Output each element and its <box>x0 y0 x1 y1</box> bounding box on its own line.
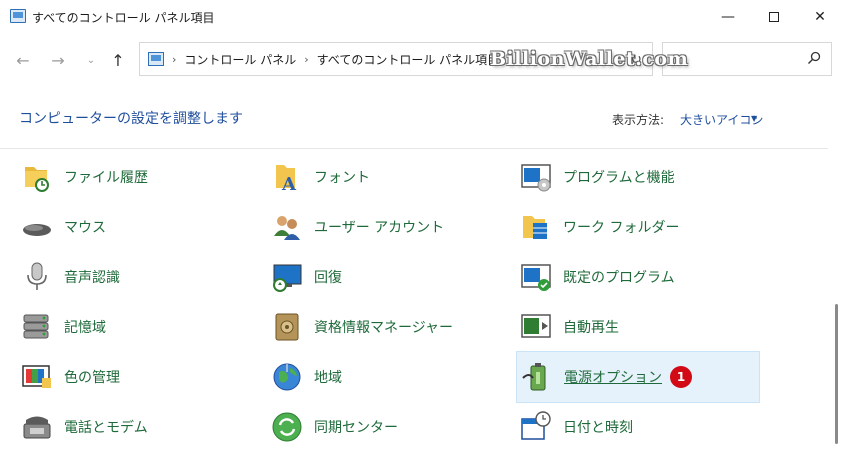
caret-down-icon[interactable]: ▼ <box>751 114 757 123</box>
arrow-up-icon: ↑ <box>111 50 125 70</box>
control-panel-icon <box>148 52 164 66</box>
chevron-down-icon: ⌄ <box>86 54 96 66</box>
vertical-scrollbar[interactable] <box>828 148 847 454</box>
item-label: 回復 <box>314 270 342 286</box>
item-label: 既定のプログラム <box>563 270 675 286</box>
mouse-icon <box>23 224 51 236</box>
item-user-accounts[interactable]: ユーザー アカウント <box>270 205 444 249</box>
item-default-programs[interactable]: 既定のプログラム <box>519 255 675 299</box>
fonts-icon: A <box>276 165 297 194</box>
page-title: コンピューターの設定を調整します <box>19 111 243 127</box>
recent-locations-button[interactable]: ⌄ <box>79 50 103 70</box>
title-bar: すべてのコントロール パネル項目 — ✕ <box>0 0 847 34</box>
power-options-icon <box>522 363 546 391</box>
item-label: 音声認識 <box>64 270 120 286</box>
microphone-icon <box>27 262 47 290</box>
item-label: フォント <box>314 170 370 186</box>
programs-features-icon <box>521 164 551 192</box>
autoplay-icon <box>521 314 551 338</box>
forward-button[interactable]: → <box>46 50 70 70</box>
file-history-icon <box>25 167 49 192</box>
item-label: 電源オプション <box>564 370 662 386</box>
step-number-badge: 1 <box>670 366 692 388</box>
item-date-time[interactable]: 日付と時刻 <box>519 405 633 449</box>
item-file-history[interactable]: ファイル履歴 <box>20 155 148 199</box>
arrow-left-icon: ← <box>16 50 30 70</box>
maximize-button[interactable] <box>751 0 797 34</box>
scrollbar-thumb[interactable] <box>835 304 838 444</box>
item-label: ワーク フォルダー <box>563 220 680 236</box>
item-credential-manager[interactable]: 資格情報マネージャー <box>270 305 453 349</box>
item-recovery[interactable]: 回復 <box>270 255 342 299</box>
control-panel-items: ファイル履歴 A フォント プログラムと機能 マウス ユーザー アカウント ワー… <box>0 148 828 454</box>
item-label: 記憶域 <box>64 320 106 336</box>
item-label: 地域 <box>314 370 342 386</box>
item-label: 電話とモデム <box>64 420 148 436</box>
item-fonts[interactable]: A フォント <box>270 155 370 199</box>
view-by-label: 表示方法: <box>612 113 665 127</box>
breadcrumb-separator: › <box>172 52 177 66</box>
minimize-icon: — <box>721 9 735 25</box>
breadcrumb-all-items[interactable]: すべてのコントロール パネル項目 <box>317 51 500 68</box>
item-storage-spaces[interactable]: 記憶域 <box>20 305 106 349</box>
item-label: 日付と時刻 <box>563 420 633 436</box>
item-label: 色の管理 <box>64 370 120 386</box>
control-panel-icon <box>10 9 26 23</box>
color-management-icon <box>22 365 51 388</box>
breadcrumb-separator: › <box>304 52 309 66</box>
watermark-text: BillionWallet.com <box>490 48 689 70</box>
region-globe-icon <box>273 363 301 391</box>
item-label: ユーザー アカウント <box>314 220 445 236</box>
close-icon: ✕ <box>814 9 826 25</box>
window-title: すべてのコントロール パネル項目 <box>32 11 215 25</box>
close-button[interactable]: ✕ <box>797 0 843 34</box>
item-programs-features[interactable]: プログラムと機能 <box>519 155 675 199</box>
phone-modem-icon <box>23 416 51 439</box>
recovery-icon <box>273 264 302 292</box>
up-button[interactable]: ↑ <box>106 50 130 70</box>
search-icon[interactable] <box>807 51 821 65</box>
svg-text:A: A <box>281 174 297 194</box>
item-work-folders[interactable]: ワーク フォルダー <box>519 205 679 249</box>
default-programs-icon <box>521 264 551 291</box>
credential-manager-icon <box>275 313 299 341</box>
item-speech-recognition[interactable]: 音声認識 <box>20 255 120 299</box>
item-label: 同期センター <box>314 420 398 436</box>
arrow-right-icon: → <box>51 50 65 70</box>
breadcrumb-control-panel[interactable]: コントロール パネル <box>184 51 296 68</box>
item-color-management[interactable]: 色の管理 <box>20 355 120 399</box>
back-button[interactable]: ← <box>11 50 35 70</box>
item-label: 自動再生 <box>563 320 619 336</box>
item-mouse[interactable]: マウス <box>20 205 106 249</box>
date-time-icon <box>521 411 551 440</box>
item-autoplay[interactable]: 自動再生 <box>519 305 619 349</box>
user-accounts-icon <box>274 216 300 240</box>
work-folders-icon <box>523 216 547 239</box>
item-label: プログラムと機能 <box>563 170 675 186</box>
storage-spaces-icon <box>23 314 49 339</box>
item-label: ファイル履歴 <box>64 170 148 186</box>
item-region[interactable]: 地域 <box>270 355 342 399</box>
item-phone-modem[interactable]: 電話とモデム <box>20 405 148 449</box>
item-sync-center[interactable]: 同期センター <box>270 405 398 449</box>
navigation-bar: ← → ⌄ ↑ › コントロール パネル › すべてのコントロール パネル項目 … <box>0 40 847 80</box>
item-power-options[interactable]: 電源オプション 1 <box>516 351 760 403</box>
sync-center-icon <box>272 412 302 442</box>
minimize-button[interactable]: — <box>705 0 751 34</box>
item-label: マウス <box>64 220 106 236</box>
item-label: 資格情報マネージャー <box>314 320 454 336</box>
maximize-icon <box>769 12 779 22</box>
